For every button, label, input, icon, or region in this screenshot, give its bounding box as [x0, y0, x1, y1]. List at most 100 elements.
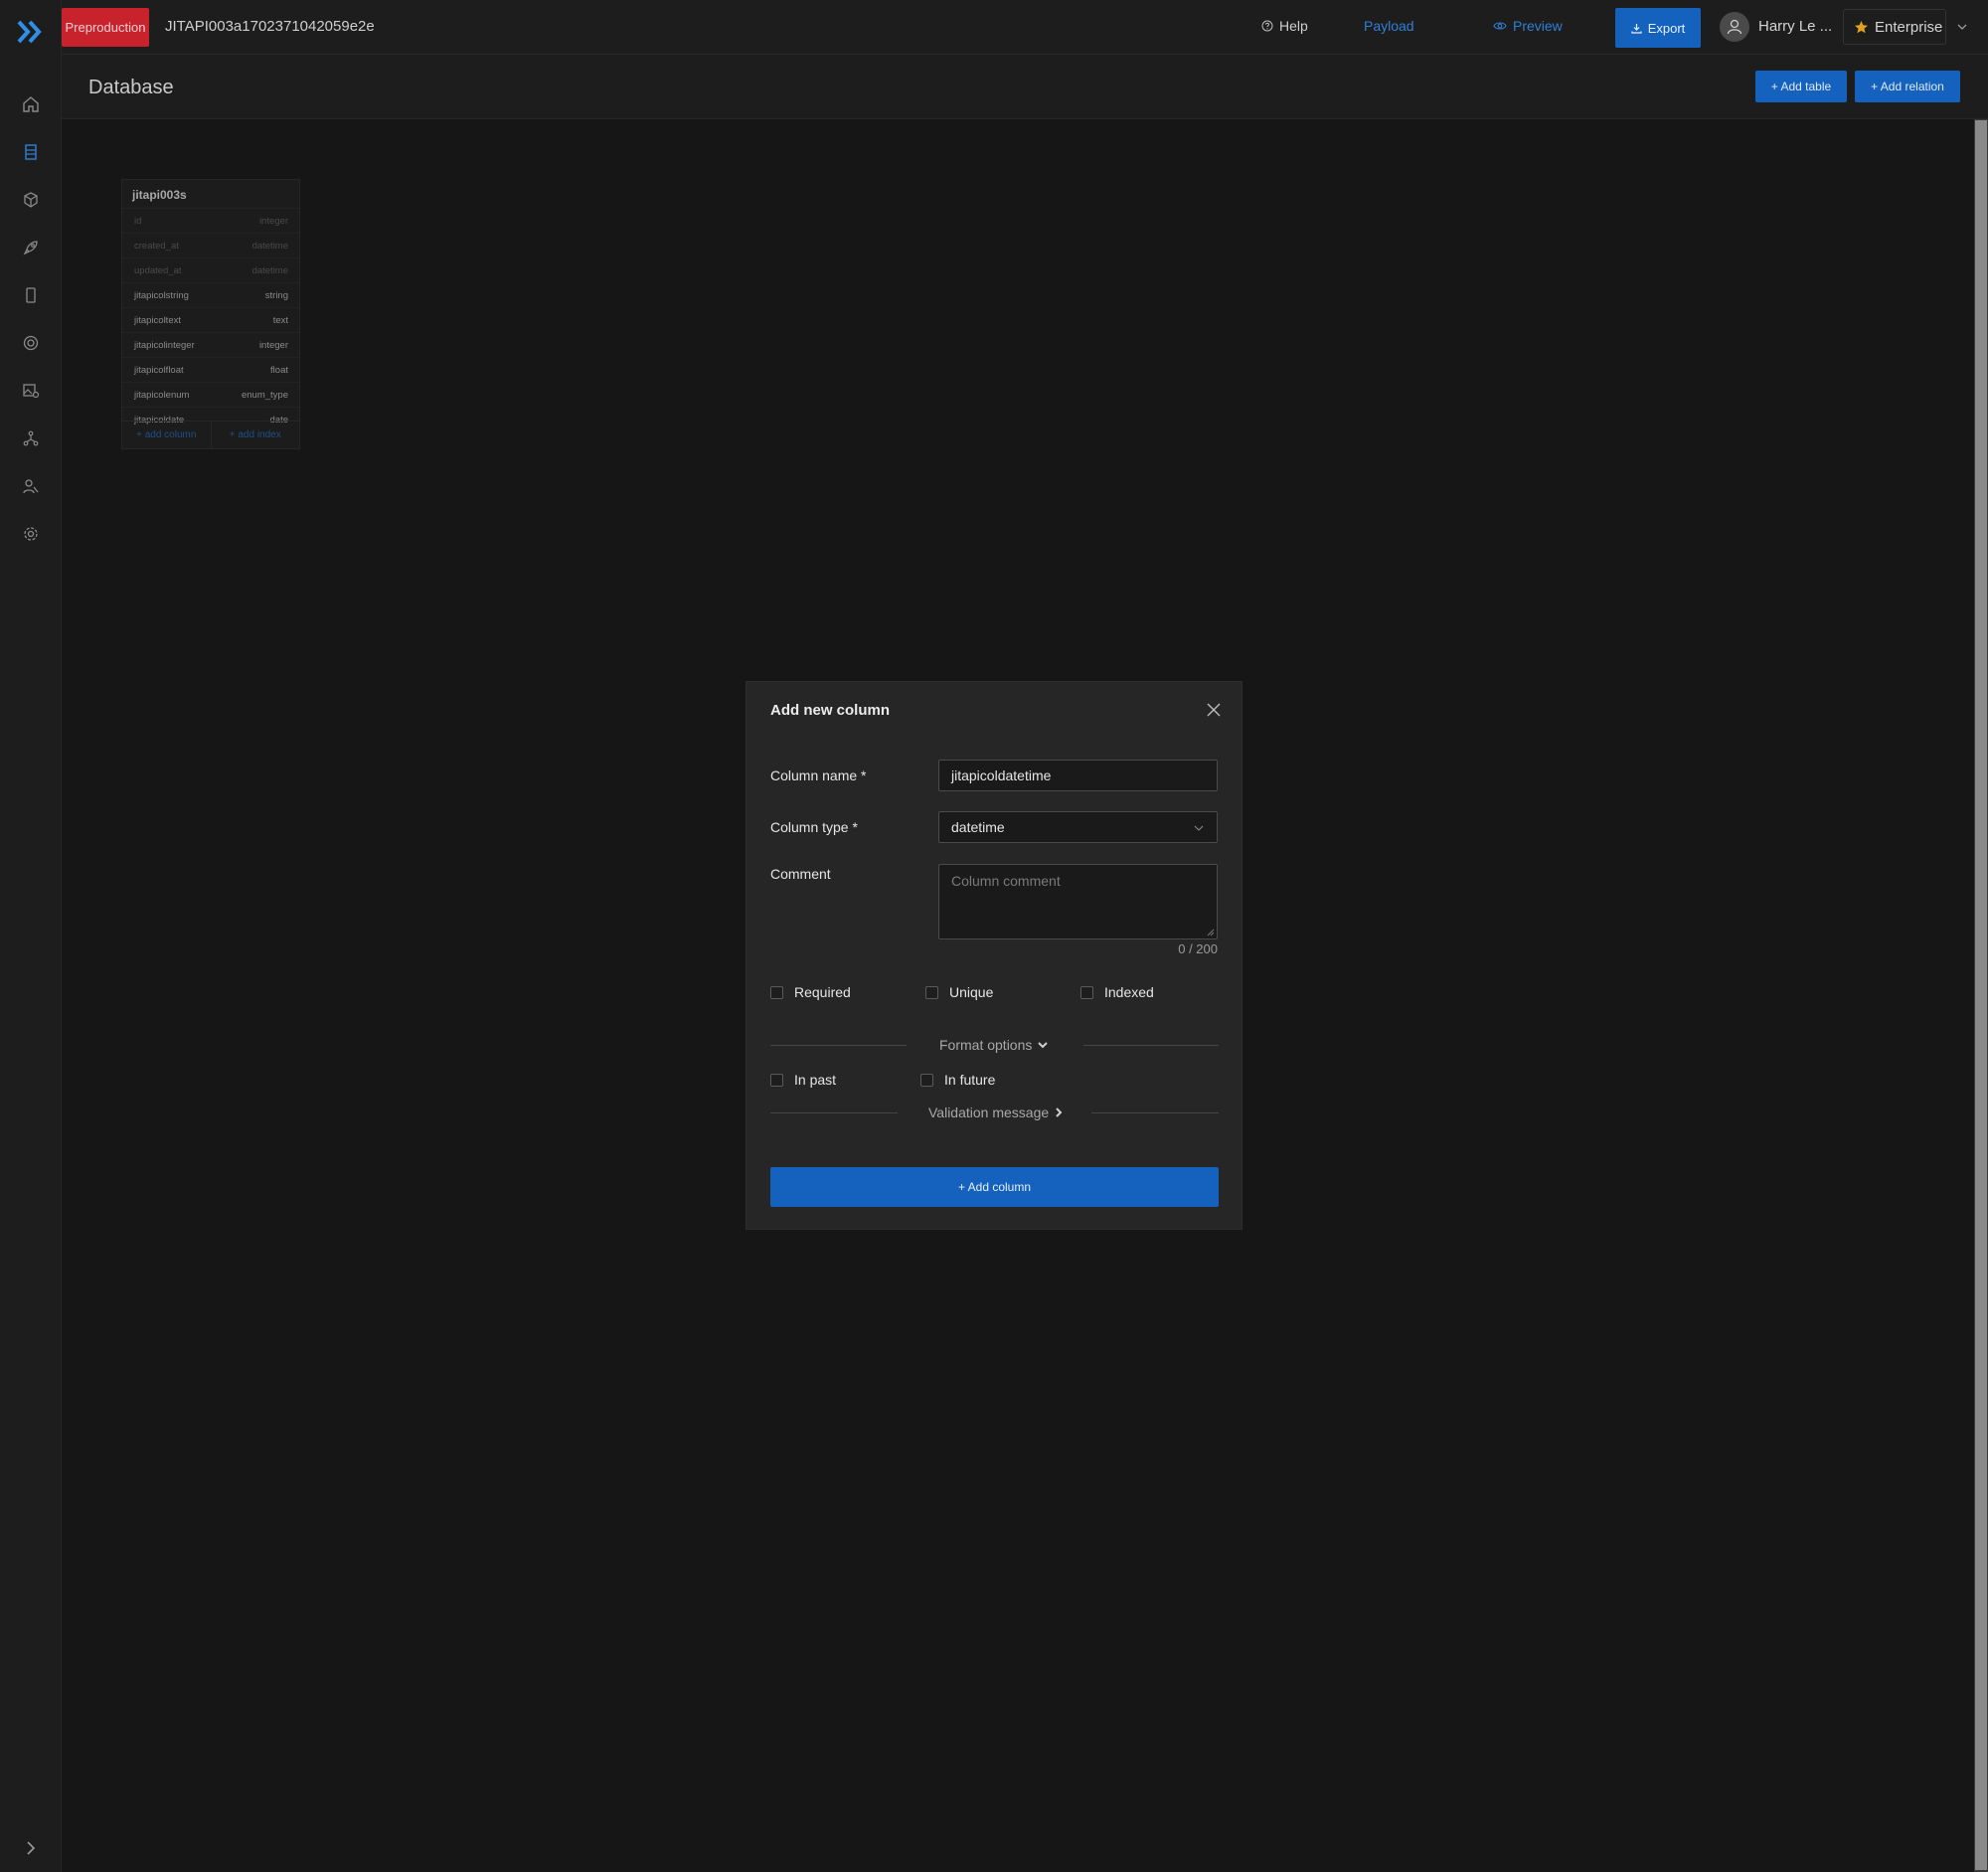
- table-row[interactable]: jitapicolenum enum_type: [122, 382, 299, 407]
- add-table-button[interactable]: + Add table: [1755, 71, 1847, 102]
- chevron-down-icon[interactable]: [1955, 20, 1969, 34]
- add-column-modal: Add new column Column name * jitapicolda…: [746, 681, 1242, 1230]
- payload-link[interactable]: Payload: [1364, 18, 1414, 34]
- divider: [770, 1112, 898, 1113]
- column-type: datetime: [251, 240, 288, 252]
- column-name: jitapicolstring: [134, 289, 189, 301]
- plan-badge[interactable]: Enterprise: [1843, 9, 1946, 45]
- checkbox-box[interactable]: [770, 985, 783, 999]
- export-button[interactable]: Export: [1615, 8, 1701, 48]
- table-row[interactable]: jitapicolinteger integer: [122, 332, 299, 357]
- in-future-checkbox[interactable]: In future: [920, 1072, 995, 1088]
- sidebar-item-support[interactable]: [19, 331, 43, 355]
- sidebar: [0, 0, 62, 1872]
- in-future-label: In future: [944, 1072, 996, 1088]
- help-label: Help: [1279, 18, 1308, 34]
- column-type: enum_type: [241, 389, 288, 401]
- column-type: float: [270, 364, 288, 376]
- chevron-right-icon: [1056, 1107, 1063, 1117]
- in-past-checkbox[interactable]: In past: [770, 1072, 836, 1088]
- table-row[interactable]: jitapicolstring string: [122, 282, 299, 307]
- sidebar-item-home[interactable]: [19, 92, 43, 116]
- format-options-toggle[interactable]: Format options: [939, 1037, 1049, 1053]
- column-type-select[interactable]: datetime: [938, 811, 1218, 843]
- download-icon: [1631, 23, 1642, 34]
- add-column-link[interactable]: + add column: [122, 422, 212, 448]
- logo-icon[interactable]: [16, 18, 46, 46]
- sidebar-item-deploy[interactable]: [19, 236, 43, 259]
- table-row[interactable]: id integer: [122, 208, 299, 233]
- add-relation-button[interactable]: + Add relation: [1855, 71, 1960, 102]
- sidebar-item-settings[interactable]: [19, 522, 43, 546]
- resize-handle-icon[interactable]: [1207, 929, 1215, 936]
- user-name[interactable]: Harry Le ...: [1758, 18, 1832, 35]
- users-icon: [23, 479, 39, 494]
- checkbox-box[interactable]: [925, 985, 938, 999]
- checkbox-box[interactable]: [920, 1073, 933, 1087]
- comment-textarea[interactable]: Column comment: [938, 864, 1218, 939]
- environment-badge[interactable]: Preproduction: [62, 8, 149, 47]
- table-name[interactable]: jitapi003s: [132, 188, 187, 202]
- sidebar-item-database[interactable]: [19, 140, 43, 164]
- close-icon[interactable]: [1205, 701, 1223, 719]
- sidebar-item-users[interactable]: [19, 474, 43, 498]
- home-icon: [23, 96, 39, 112]
- scrollbar-thumb[interactable]: [1975, 120, 1987, 1870]
- sidebar-item-mobile[interactable]: [19, 283, 43, 307]
- divider: [770, 1045, 907, 1046]
- in-past-label: In past: [794, 1072, 837, 1088]
- chevron-down-icon: [1194, 825, 1204, 831]
- table-card[interactable]: jitapi003s id integer created_at datetime …: [121, 179, 300, 449]
- column-name: jitapicolinteger: [134, 339, 195, 351]
- user-icon: [1727, 19, 1742, 35]
- mobile-icon: [26, 287, 36, 303]
- indexed-label: Indexed: [1104, 984, 1154, 1000]
- table-columns-list: id integer created_at datetime updated_at d…: [122, 208, 299, 431]
- column-name: jitapicolenum: [134, 389, 190, 401]
- life-ring-icon: [23, 335, 39, 351]
- top-bar: Preproduction JITAPI003a1702371042059e2e…: [62, 0, 1988, 55]
- export-label: Export: [1647, 20, 1686, 36]
- table-row[interactable]: jitapicoltext text: [122, 307, 299, 332]
- validation-message-toggle[interactable]: Validation message: [928, 1105, 1064, 1120]
- column-type: string: [264, 289, 288, 301]
- add-column-button[interactable]: + Add column: [770, 1167, 1219, 1207]
- table-row[interactable]: jitapicolfloat float: [122, 357, 299, 382]
- project-id: JITAPI003a1702371042059e2e: [165, 18, 375, 35]
- divider: [1083, 1045, 1219, 1046]
- validation-message-label: Validation message: [928, 1105, 1050, 1120]
- checkbox-box[interactable]: [770, 1073, 783, 1087]
- comment-label: Comment: [770, 866, 831, 882]
- database-icon: [25, 144, 37, 160]
- help-link[interactable]: Help: [1261, 18, 1308, 34]
- indexed-checkbox[interactable]: Indexed: [1080, 984, 1154, 1000]
- chevron-right-icon[interactable]: [22, 1839, 40, 1857]
- graph-icon: [23, 430, 39, 446]
- column-name-input[interactable]: jitapicoldatetime: [938, 760, 1218, 791]
- sidebar-item-assets[interactable]: [19, 379, 43, 403]
- column-name: updated_at: [134, 264, 182, 276]
- star-icon: [1855, 20, 1868, 33]
- plan-label: Enterprise: [1875, 18, 1943, 36]
- table-row[interactable]: updated_at datetime: [122, 257, 299, 282]
- column-name: jitapicolfloat: [134, 364, 184, 376]
- preview-link[interactable]: Preview: [1493, 18, 1563, 34]
- unique-checkbox[interactable]: Unique: [925, 984, 993, 1000]
- column-type: datetime: [251, 264, 288, 276]
- table-row[interactable]: created_at datetime: [122, 233, 299, 257]
- add-index-link[interactable]: + add index: [212, 422, 300, 448]
- sidebar-item-graph[interactable]: [19, 426, 43, 450]
- avatar[interactable]: [1720, 12, 1749, 42]
- required-checkbox[interactable]: Required: [770, 984, 851, 1000]
- cube-icon: [24, 192, 38, 208]
- column-name: created_at: [134, 240, 179, 252]
- modal-title: Add new column: [770, 702, 890, 719]
- preview-label: Preview: [1513, 18, 1563, 34]
- eye-icon: [1493, 22, 1507, 30]
- checkbox-box[interactable]: [1080, 985, 1093, 999]
- payload-label: Payload: [1364, 18, 1414, 34]
- page-title: Database: [88, 77, 174, 98]
- sidebar-item-models[interactable]: [19, 188, 43, 212]
- column-type: integer: [258, 339, 288, 351]
- required-label: Required: [794, 984, 851, 1000]
